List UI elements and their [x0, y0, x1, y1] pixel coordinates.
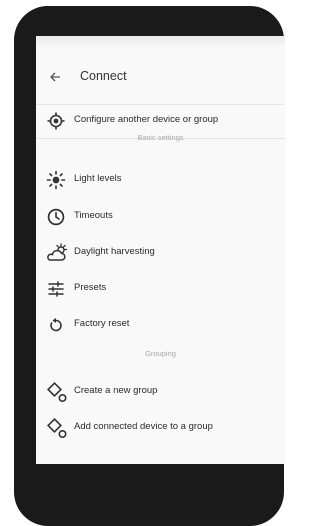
- presets-label: Presets: [74, 282, 107, 293]
- create-group-label: Create a new group: [74, 385, 158, 396]
- menu-item-timeouts[interactable]: Timeouts: [36, 200, 285, 234]
- page-title: Connect: [80, 69, 127, 83]
- create-group-icon: [46, 382, 68, 403]
- configure-another-label: Configure another device or group: [74, 114, 219, 125]
- menu-item-factory-reset[interactable]: Factory reset: [36, 308, 285, 342]
- menu-item-add-device-to-group[interactable]: Add connected device to a group: [36, 411, 285, 445]
- app-bar: Connect: [36, 56, 285, 105]
- timeouts-label: Timeouts: [74, 210, 113, 221]
- light-levels-icon: [46, 170, 68, 190]
- status-bar-area: [36, 36, 285, 48]
- menu-item-daylight-harvesting[interactable]: Daylight harvesting: [36, 236, 285, 270]
- light-levels-label: Light levels: [74, 173, 122, 184]
- section-header-basic: Basic settings: [137, 133, 184, 142]
- menu-item-presets[interactable]: Presets: [36, 272, 285, 306]
- timer-icon: [46, 207, 68, 227]
- reset-icon: [46, 315, 68, 335]
- menu-item-light-levels[interactable]: Light levels: [36, 163, 285, 197]
- target-icon: [46, 111, 68, 131]
- add-to-group-icon: [46, 418, 68, 439]
- sliders-icon: [46, 279, 68, 299]
- factory-reset-label: Factory reset: [74, 318, 130, 329]
- daylight-icon: [46, 243, 68, 263]
- daylight-harvesting-label: Daylight harvesting: [74, 246, 155, 257]
- menu-item-create-group[interactable]: Create a new group: [36, 375, 285, 409]
- phone-frame: Connect Configure another device or grou…: [14, 6, 285, 526]
- add-device-to-group-label: Add connected device to a group: [74, 421, 213, 432]
- section-header-grouping: Grouping: [145, 349, 176, 358]
- back-arrow-icon[interactable]: [48, 70, 64, 86]
- app-screen: Connect Configure another device or grou…: [36, 36, 285, 464]
